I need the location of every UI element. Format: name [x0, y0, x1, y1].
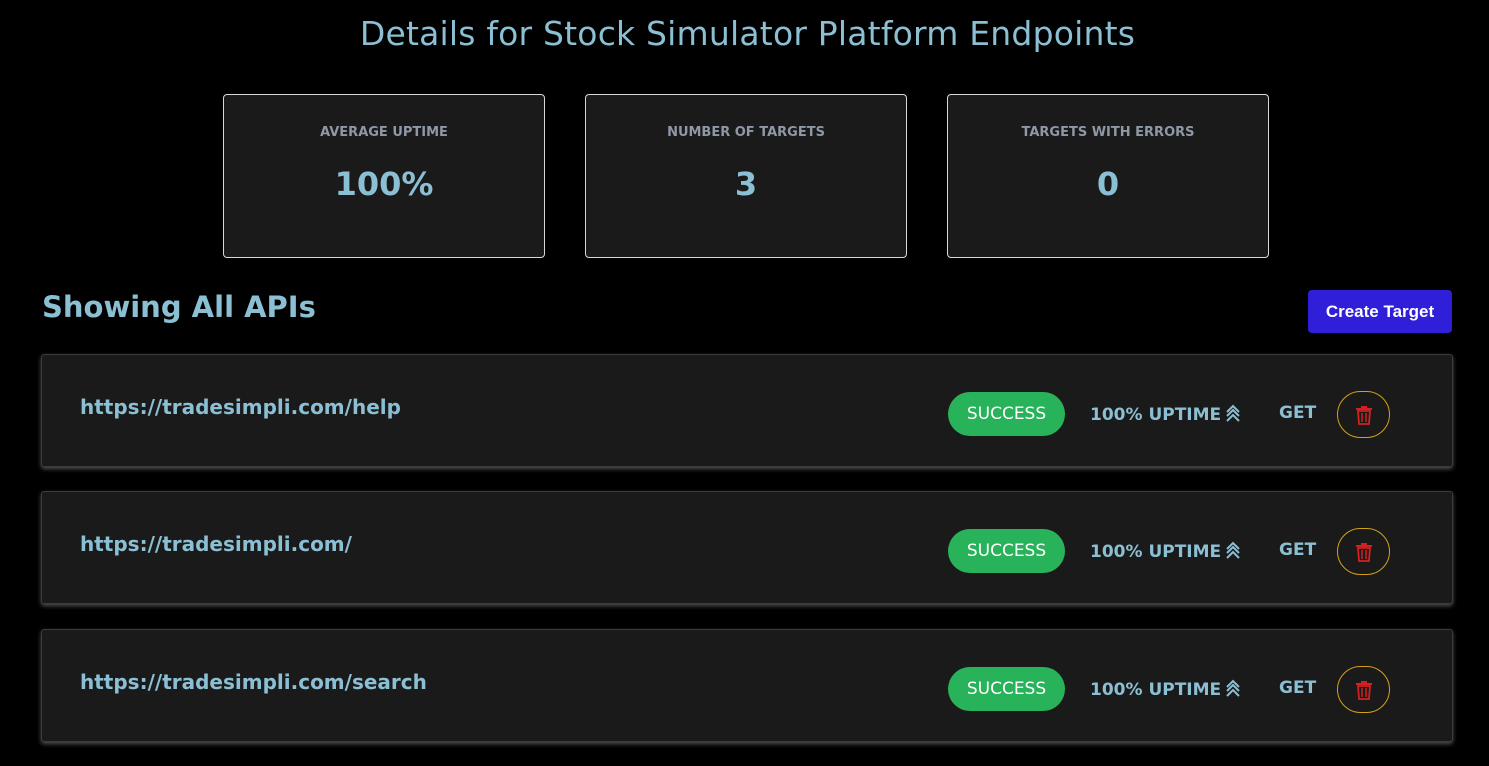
trash-icon: [1338, 680, 1389, 700]
status-badge: SUCCESS: [948, 392, 1065, 436]
page: Details for Stock Simulator Platform End…: [0, 0, 1489, 766]
stat-card-average-uptime: AVERAGE UPTIME 100%: [223, 94, 545, 258]
trash-icon: [1338, 542, 1389, 562]
api-row: https://tradesimpli.com/help SUCCESS 100…: [41, 354, 1453, 467]
page-title: Details for Stock Simulator Platform End…: [359, 14, 1136, 53]
delete-button[interactable]: [1337, 528, 1390, 575]
api-url-link[interactable]: https://tradesimpli.com/search: [80, 670, 427, 694]
http-method: GET: [1279, 403, 1317, 423]
status-badge: SUCCESS: [948, 667, 1065, 711]
stat-value: 3: [734, 165, 758, 203]
uptime-indicator: 100% UPTIME: [1090, 678, 1241, 703]
stat-label: TARGETS WITH ERRORS: [1021, 125, 1195, 140]
uptime-indicator: 100% UPTIME: [1090, 540, 1241, 565]
http-method: GET: [1279, 540, 1317, 560]
stat-label: NUMBER OF TARGETS: [667, 125, 825, 140]
uptime-label: 100% UPTIME: [1090, 542, 1222, 562]
stat-label: AVERAGE UPTIME: [320, 125, 448, 140]
api-url-link[interactable]: https://tradesimpli.com/help: [80, 395, 401, 419]
api-row: https://tradesimpli.com/search SUCCESS 1…: [41, 629, 1453, 742]
uptime-indicator: 100% UPTIME: [1090, 403, 1241, 428]
stat-card-number-of-targets: NUMBER OF TARGETS 3: [585, 94, 907, 258]
double-chevron-up-icon: [1225, 403, 1241, 428]
stat-value: 0: [1096, 165, 1120, 203]
stat-card-targets-with-errors: TARGETS WITH ERRORS 0: [947, 94, 1269, 258]
api-url-link[interactable]: https://tradesimpli.com/: [80, 532, 352, 556]
uptime-label: 100% UPTIME: [1090, 680, 1222, 700]
api-row: https://tradesimpli.com/ SUCCESS 100% UP…: [41, 491, 1453, 604]
delete-button[interactable]: [1337, 391, 1390, 438]
http-method: GET: [1279, 678, 1317, 698]
double-chevron-up-icon: [1225, 678, 1241, 703]
status-badge: SUCCESS: [948, 529, 1065, 573]
double-chevron-up-icon: [1225, 540, 1241, 565]
uptime-label: 100% UPTIME: [1090, 405, 1222, 425]
delete-button[interactable]: [1337, 666, 1390, 713]
stat-value: 100%: [334, 165, 434, 203]
section-heading: Showing All APIs: [42, 290, 316, 324]
trash-icon: [1338, 405, 1389, 425]
create-target-button[interactable]: Create Target: [1308, 290, 1452, 333]
